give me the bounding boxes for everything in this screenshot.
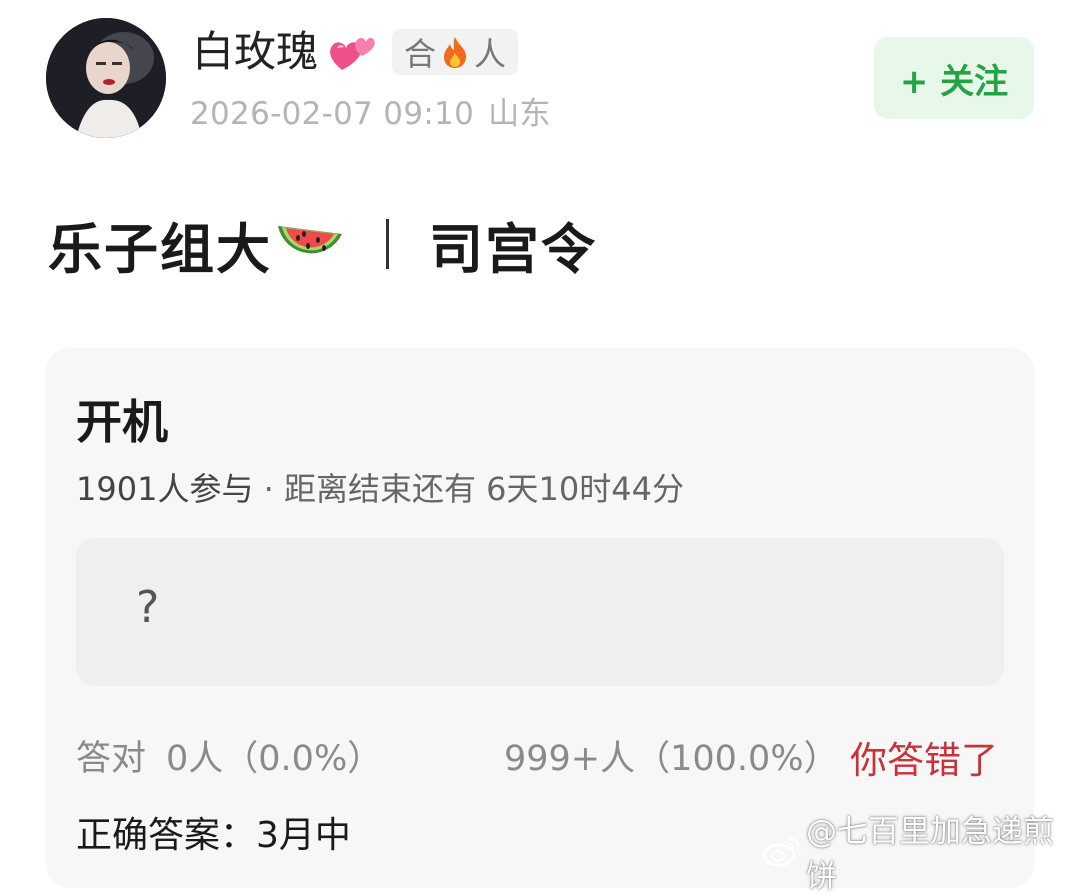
watermark-text: @七百里加急递煎饼 (806, 814, 1054, 895)
quiz-title: 开机 (76, 395, 168, 449)
watermark: @七百里加急递煎饼 (762, 806, 1080, 896)
username-row: 白玫瑰 合 人 (192, 22, 519, 82)
quiz-countdown: · 距离结束还有 6天10时44分 (253, 470, 684, 508)
result-status: 你答错了 (850, 739, 998, 782)
follow-button[interactable]: + 关注 (874, 37, 1034, 119)
post-title-text: 乐子组大 (48, 217, 272, 281)
correct-label: 答对 (76, 739, 147, 779)
correct-answer: 正确答案：3月中 (76, 815, 351, 856)
badge-label-left: 合 (404, 35, 437, 73)
user-badge[interactable]: 合 人 (392, 29, 519, 75)
follow-label: + 关注 (899, 61, 1009, 102)
two-hearts-icon (328, 30, 376, 74)
post-meta: 2026-02-07 09:10 山东 (190, 88, 551, 133)
correct-count: 0人（0.0%） (166, 739, 383, 779)
post-datetime: 2026-02-07 09:10 (190, 96, 475, 132)
wrong-stats: 999+人（100.0%） (504, 739, 839, 779)
fire-icon (440, 35, 470, 69)
weibo-logo-icon (762, 835, 802, 867)
username[interactable]: 白玫瑰 (192, 31, 318, 73)
quiz-info: 1901人参与 · 距离结束还有 6天10时44分 (76, 464, 684, 510)
answer-option[interactable]: ? (76, 538, 1004, 686)
quiz-participants: 1901人参与 (76, 470, 254, 508)
post-location: 山东 (488, 96, 551, 132)
correct-stats: 答对 0人（0.0%） (76, 730, 382, 781)
post-title: 乐子组大 司宫令 (48, 206, 597, 282)
answer-option-text: ? (136, 582, 160, 633)
title-divider (386, 219, 389, 269)
watermelon-icon (274, 212, 346, 276)
avatar-image (46, 18, 166, 138)
badge-label-right: 人 (474, 35, 507, 73)
avatar[interactable] (46, 18, 166, 138)
post-title-subject: 司宫令 (429, 217, 597, 281)
